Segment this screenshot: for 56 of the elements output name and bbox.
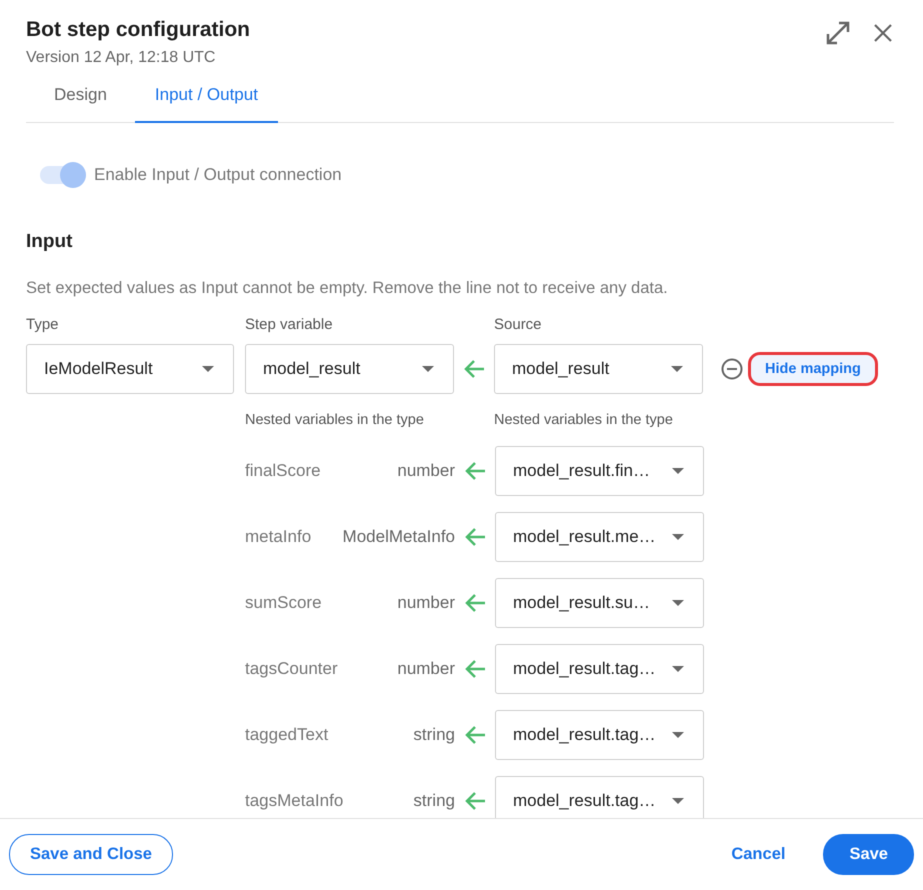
variable-type: string <box>413 791 455 811</box>
caret-icon <box>671 797 685 805</box>
variable-type: ModelMetaInfo <box>342 527 455 547</box>
toggle-label: Enable Input / Output connection <box>94 165 342 185</box>
column-label: Type <box>26 316 59 333</box>
variable-type: string <box>413 725 455 745</box>
left-arrow-icon <box>463 359 485 379</box>
tab[interactable]: Design <box>26 85 135 123</box>
caret-icon <box>670 365 684 373</box>
section-heading: Input <box>26 231 74 253</box>
caret-icon <box>671 665 685 673</box>
caret-icon <box>201 365 215 373</box>
hide-mapping-button[interactable]: Hide mapping <box>748 352 878 386</box>
step-variable-select[interactable]: model_result <box>245 344 454 394</box>
source-select[interactable]: model_result.me… <box>495 512 704 562</box>
caret-icon <box>671 731 685 739</box>
source-select[interactable]: model_result.tag… <box>495 644 704 694</box>
type-select[interactable]: IeModelResult <box>26 344 234 394</box>
dialog-title: Bot step configuration <box>26 18 250 42</box>
close-icon[interactable] <box>873 23 893 43</box>
variable-name: sumScore <box>245 593 322 613</box>
source-select[interactable]: model_result.fin… <box>495 446 704 496</box>
caret-icon <box>671 599 685 607</box>
left-arrow-icon <box>464 593 486 613</box>
variable-name: tagsMetaInfo <box>245 791 344 811</box>
variable-name: taggedText <box>245 725 328 745</box>
source-select[interactable]: model_result.tag… <box>495 710 704 760</box>
remove-icon[interactable] <box>721 358 743 380</box>
source-select[interactable]: model_result.tag… <box>495 776 704 818</box>
section-description: Set expected values as Input cannot be empty. Remove the line not to receive any data. <box>26 279 669 298</box>
variable-type: number <box>397 659 455 679</box>
left-arrow-icon <box>464 527 486 547</box>
save-and-close-button[interactable]: Save and Close <box>9 834 173 875</box>
cancel-button[interactable]: Cancel <box>711 835 806 874</box>
save-button[interactable]: Save <box>823 834 914 875</box>
column-label: Source <box>494 316 542 333</box>
caret-icon <box>671 467 685 475</box>
left-arrow-icon <box>464 659 486 679</box>
source-select[interactable]: model_result <box>494 344 703 394</box>
version-text: Version 12 Apr, 12:18 UTC <box>26 49 216 67</box>
left-arrow-icon <box>464 791 486 811</box>
variable-type: number <box>397 593 455 613</box>
caret-icon <box>421 365 435 373</box>
expand-icon[interactable] <box>825 20 851 46</box>
variable-type: number <box>397 461 455 481</box>
variable-name: finalScore <box>245 461 321 481</box>
source-select[interactable]: model_result.su… <box>495 578 704 628</box>
caret-icon <box>671 533 685 541</box>
left-arrow-icon <box>464 725 486 745</box>
column-label: Step variable <box>245 316 333 333</box>
nested-label: Nested variables in the type <box>245 412 424 428</box>
left-arrow-icon <box>464 461 486 481</box>
nested-label: Nested variables in the type <box>494 412 673 428</box>
variable-name: metaInfo <box>245 527 312 547</box>
tab[interactable]: Input / Output <box>134 85 278 123</box>
variable-name: tagsCounter <box>245 659 338 679</box>
